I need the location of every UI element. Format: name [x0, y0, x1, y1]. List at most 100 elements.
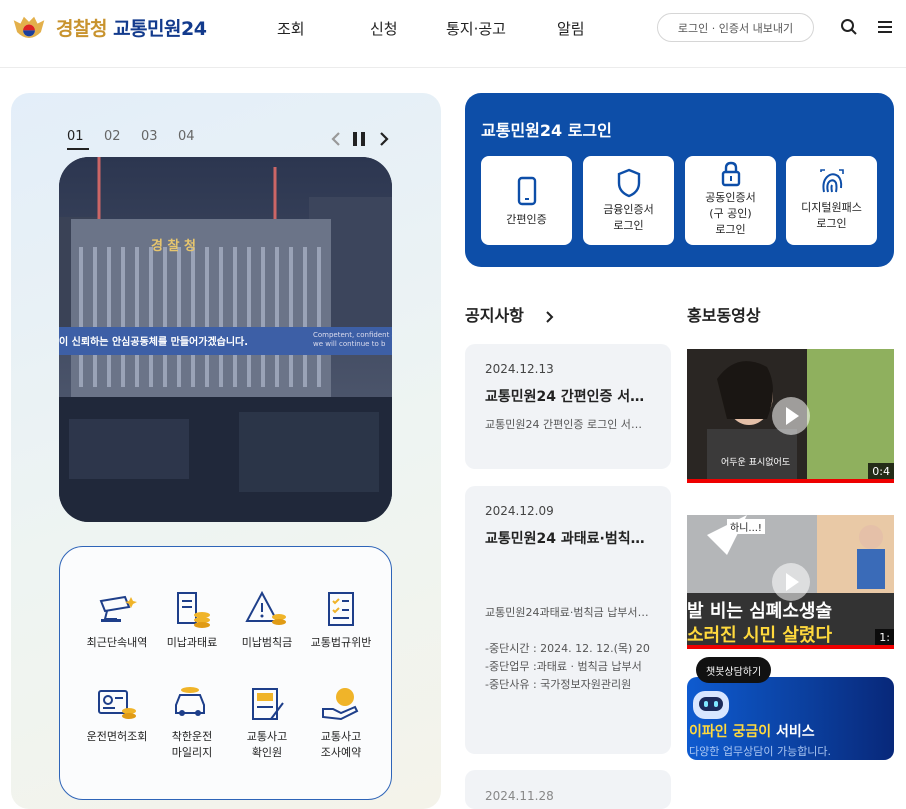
- hand-reservation-icon: [322, 688, 359, 721]
- camera-icon: [99, 595, 137, 622]
- login-btn-label: 금융인증서 로그인: [603, 203, 654, 232]
- login-btn-label: 디지털원패스 로그인: [801, 201, 862, 230]
- menu-icon[interactable]: [875, 17, 895, 37]
- quick-label: 최근단속내역: [86, 636, 148, 649]
- quick-label: 교통법규위반: [310, 636, 372, 649]
- notice-title: 교통민원24 과태료·범칙금 납부: [485, 531, 655, 547]
- notice-title-text: 공지사항: [465, 306, 524, 325]
- quick-menu: 최근단속내역 미납과태료 미납범칙금 교통법규위반 운전면허조회 착한운전 마일…: [59, 546, 392, 800]
- police-emblem-icon: [13, 16, 45, 39]
- quick-label: 미납범칙금: [241, 636, 293, 649]
- phone-icon: [517, 176, 536, 206]
- chatbot-tooltip[interactable]: 챗봇상담하기: [696, 657, 772, 683]
- banner-slogan-ko: 이 신뢰하는 안심공동체를 만들어가겠습니다.: [59, 337, 249, 348]
- quick-label: 미납과태료: [166, 636, 218, 649]
- building-sign: 경 찰 청: [151, 239, 196, 254]
- notice-item[interactable]: 2024.12.13 교통민원24 간편인증 서비스 안내 교통민원24 간편인…: [465, 344, 671, 469]
- slide-tab-2[interactable]: 02: [104, 129, 141, 150]
- notice-date: 2024.11.28: [485, 789, 554, 803]
- play-icon[interactable]: [772, 397, 810, 435]
- banner-slogan-en: Competent, confident a we will continue …: [313, 331, 392, 348]
- notice-title: 교통민원24 간편인증 서비스 안내: [485, 389, 655, 405]
- slide-image-police-hq[interactable]: 경 찰 청 이 신뢰하는 안심공동체를 만들어가겠습니다. Competent,…: [59, 157, 392, 522]
- slide-pause-icon[interactable]: [351, 130, 367, 148]
- video-caption-mid: 발 비는 심폐소생술: [687, 601, 833, 622]
- notice-detail-line: -중단업무 :과태료 · 범칙금 납부서: [485, 660, 642, 673]
- login-card: 교통민원24 로그인 간편인증 금융인증서 로그인 공동인증서 (구 공인) 로…: [465, 93, 894, 267]
- quick-item-accident-reservation[interactable]: 교통사고 조사예약: [301, 683, 381, 761]
- accident-document-icon: [252, 688, 284, 720]
- play-icon[interactable]: [772, 563, 810, 601]
- video-progress-bar: [687, 479, 894, 483]
- car-mileage-icon: [175, 687, 205, 716]
- video-caption: 어두운 표시없어도: [721, 458, 791, 468]
- shield-icon: [617, 168, 640, 198]
- notice-item[interactable]: 2024.11.28: [465, 770, 671, 809]
- video-duration: 0:4: [868, 463, 894, 480]
- quick-item-accident-certificate[interactable]: 교통사고 확인원: [227, 683, 307, 761]
- promo-section-title: 홍보동영상: [687, 306, 761, 325]
- robot-icon: [693, 691, 729, 719]
- notice-date: 2024.12.09: [485, 504, 554, 518]
- quick-item-unpaid-penalty[interactable]: 미납범칙금: [227, 589, 307, 651]
- login-cert-export-button[interactable]: 로그인 · 인증서 내보내기: [657, 13, 814, 42]
- slide-next-icon[interactable]: [376, 130, 392, 148]
- checklist-icon: [328, 592, 354, 626]
- license-coins-icon: [98, 690, 136, 719]
- logo-text: 경찰청 교통민원24: [56, 14, 207, 41]
- notice-item[interactable]: 2024.12.09 교통민원24 과태료·범칙금 납부 교통민원24과태료·범…: [465, 486, 671, 754]
- notice-desc: 교통민원24 간편인증 로그인 서비스 안내: [485, 418, 651, 431]
- login-btn-label: 간편인증: [506, 213, 547, 226]
- chatbot-banner[interactable]: 이파인 궁금이 서비스 다양한 업무상담이 가능합니다.: [687, 677, 894, 760]
- video-caption-bottom: 소러진 시민 살렸다: [687, 625, 833, 646]
- login-card-title: 교통민원24 로그인: [481, 121, 612, 140]
- chatbot-title-rest: 서비스: [771, 724, 815, 740]
- receipt-coins-icon: [177, 592, 210, 628]
- notice-detail-line: -중단시간 : 2024. 12. 12.(목) 20: [485, 642, 650, 655]
- quick-item-good-driving-mileage[interactable]: 착한운전 마일리지: [152, 683, 232, 761]
- video-duration: 1:: [875, 629, 894, 646]
- quick-label: 교통사고 조사예약: [320, 730, 362, 759]
- financial-cert-login-button[interactable]: 금융인증서 로그인: [583, 156, 674, 245]
- lock-icon: [721, 161, 740, 187]
- logo-org: 경찰청: [56, 17, 107, 40]
- quick-item-recent-enforcement[interactable]: 최근단속내역: [77, 589, 157, 651]
- chatbot-title: 이파인 궁금이 서비스: [689, 721, 815, 741]
- fingerprint-icon: [819, 169, 844, 193]
- site-logo[interactable]: 경찰청 교통민원24: [12, 10, 207, 44]
- notice-detail-line: -중단사유 : 국가정보자원관리원: [485, 678, 632, 691]
- nav-item-alert[interactable]: 알림: [557, 18, 585, 39]
- nav-item-lookup[interactable]: 조회: [277, 18, 305, 39]
- joint-cert-login-button[interactable]: 공동인증서 (구 공인) 로그인: [685, 156, 776, 245]
- search-icon[interactable]: [839, 17, 859, 37]
- quick-label: 운전면허조회: [86, 730, 148, 743]
- logo-service: 교통민원24: [113, 17, 207, 40]
- notice-desc: 교통민원24과태료·범칙금 납부서비스: [485, 606, 651, 619]
- login-btn-label: 공동인증서 (구 공인) 로그인: [705, 191, 756, 236]
- promo-video-1[interactable]: 어두운 표시없어도 0:4: [687, 349, 894, 483]
- slide-prev-icon[interactable]: [328, 130, 344, 148]
- chatbot-title-highlight: 이파인 궁금이: [689, 724, 772, 740]
- slide-tab-1[interactable]: 01: [67, 129, 89, 150]
- chatbot-subtitle: 다양한 업무상담이 가능합니다.: [689, 745, 832, 758]
- slide-tab-4[interactable]: 04: [178, 129, 215, 150]
- slide-tab-3[interactable]: 03: [141, 129, 178, 150]
- chevron-right-icon: [546, 310, 554, 323]
- video-speech: 하니...!: [727, 519, 765, 534]
- quick-item-unpaid-fine[interactable]: 미납과태료: [152, 589, 232, 651]
- nav-item-apply[interactable]: 신청: [370, 18, 398, 39]
- quick-label: 교통사고 확인원: [246, 730, 288, 759]
- promo-video-2[interactable]: 하니...! 발 비는 심폐소생술 소러진 시민 살렸다 1:: [687, 515, 894, 649]
- nav-item-notice[interactable]: 통지·공고: [446, 18, 506, 39]
- site-header: 경찰청 교통민원24 조회 신청 통지·공고 알림 로그인 · 인증서 내보내기: [0, 0, 906, 68]
- notice-section-title[interactable]: 공지사항: [465, 302, 557, 326]
- notice-date: 2024.12.13: [485, 362, 554, 376]
- quick-item-traffic-violation[interactable]: 교통법규위반: [301, 589, 381, 651]
- video-progress-bar: [687, 645, 894, 649]
- digital-onepass-login-button[interactable]: 디지털원패스 로그인: [786, 156, 877, 245]
- simple-auth-login-button[interactable]: 간편인증: [481, 156, 572, 245]
- quick-label: 착한운전 마일리지: [171, 730, 213, 759]
- warning-coins-icon: [245, 590, 286, 625]
- slide-tabs: 01 02 03 04: [67, 129, 215, 150]
- quick-item-license-lookup[interactable]: 운전면허조회: [77, 683, 157, 745]
